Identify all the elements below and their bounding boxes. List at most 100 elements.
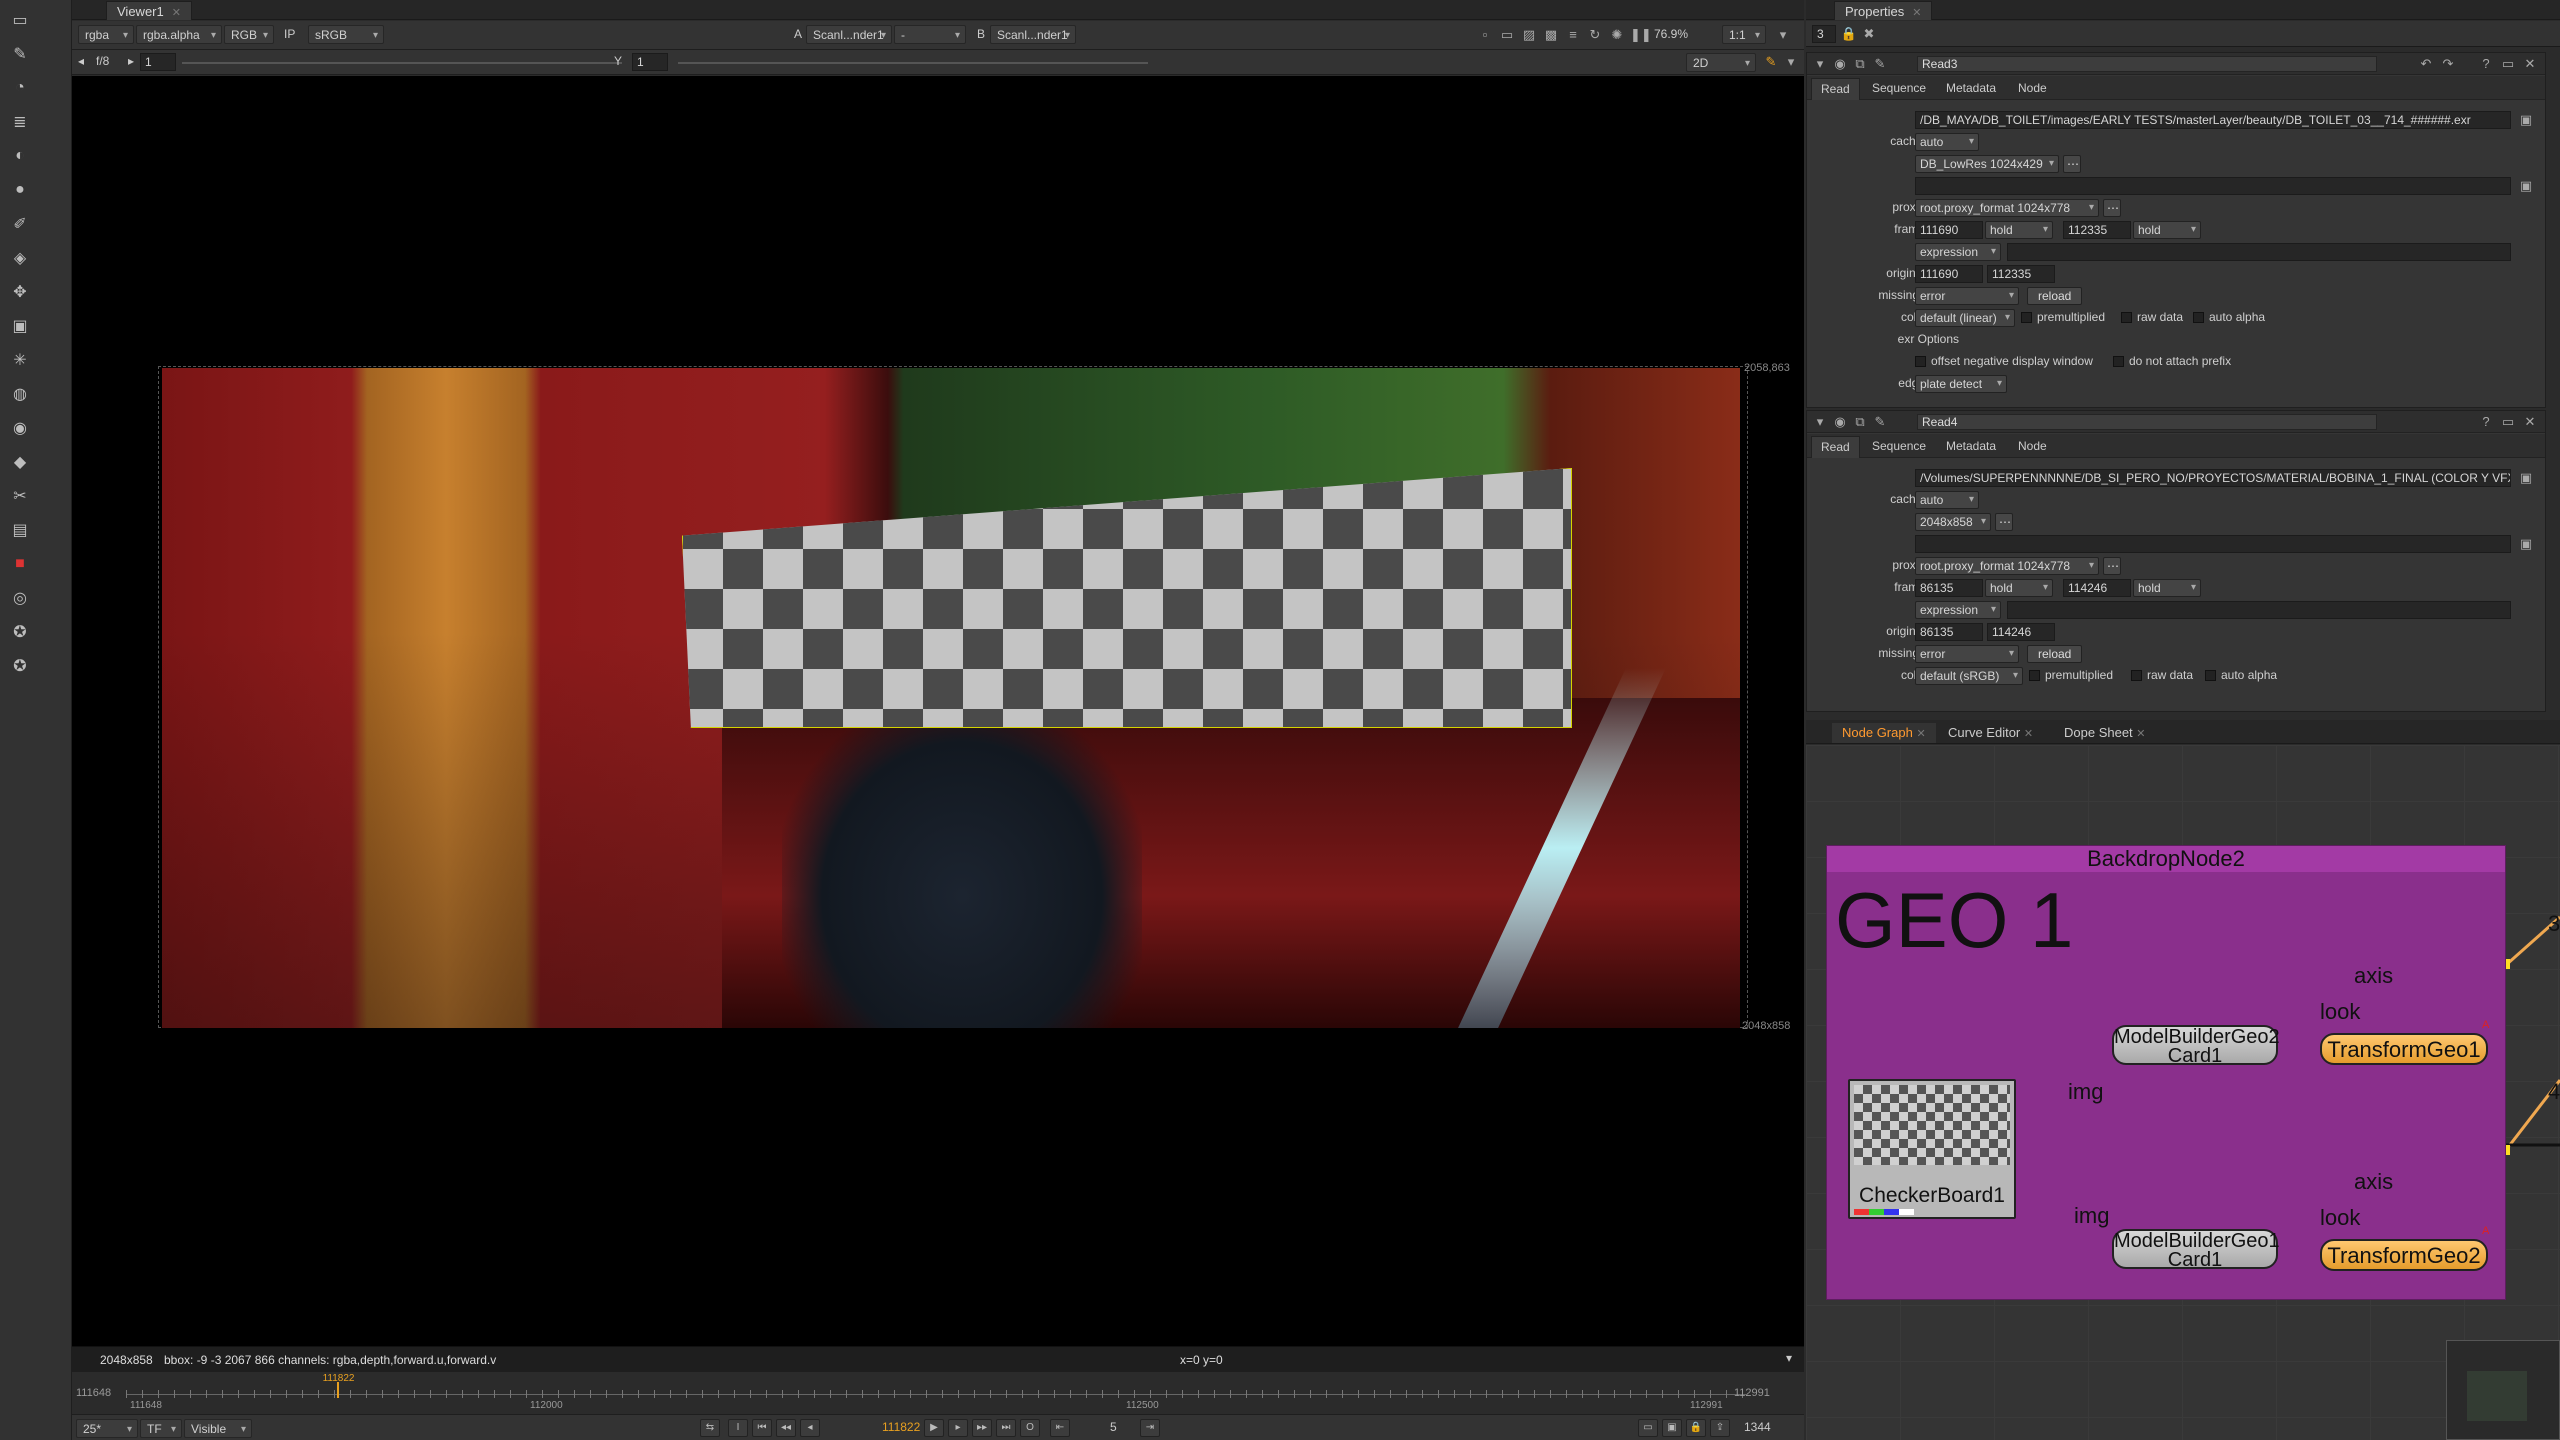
frame-range-end-mode[interactable]: hold [2133,221,2201,239]
close-icon[interactable]: ✕ [2024,728,2033,740]
original-range-end-field[interactable]: 112335 [1987,265,2055,283]
tab-node[interactable]: Node [2009,78,2056,100]
node-name-field[interactable]: Read3 [1917,56,2377,72]
eye-icon[interactable]: ◉ [1831,55,1849,73]
proxy-format-dropdown[interactable]: root.proxy_format 1024x778 [1915,199,2099,217]
fstop-value[interactable]: f/8 [96,54,109,68]
cara-icon[interactable]: ◎ [8,586,32,610]
tab-node-graph[interactable]: Node Graph ✕ [1832,723,1936,743]
frame-range-start-mode[interactable]: hold [1985,221,2053,239]
close-icon[interactable]: ✕ [2521,55,2539,73]
redo-icon[interactable]: ↷ [2439,55,2457,73]
raw-data-checkbox[interactable] [2131,670,2142,681]
file-browser-icon[interactable]: ▣ [2517,469,2535,487]
collapse-icon[interactable]: ▾ [1811,55,1829,73]
prev-frame-icon[interactable]: ◂ [800,1419,820,1437]
frame-range-start-field[interactable]: 86135 [1915,579,1983,597]
original-range-end-field[interactable]: 114246 [1987,623,2055,641]
tab-sequence[interactable]: Sequence [1863,436,1935,458]
close-icon[interactable]: ✕ [2136,728,2145,740]
b-input-dropdown[interactable]: Scanl...nder1 [990,25,1076,44]
timeline[interactable]: 111648 111648 112000 112500 112991 11182… [72,1372,1804,1414]
close-icon[interactable]: ✕ [1912,7,1921,19]
furnace-icon[interactable]: ▤ [8,518,32,542]
nodegraph-minimap[interactable] [2446,1340,2560,1440]
proxy-format-dropdown[interactable]: root.proxy_format 1024x778 [1915,557,2099,575]
channel-icon[interactable]: ≣ [8,110,32,134]
reload-button[interactable]: reload [2027,645,2083,663]
gain-slider[interactable] [182,62,622,64]
increment-back-icon[interactable]: ⇤ [1050,1419,1070,1437]
tab-viewer1[interactable]: Viewer1 ✕ [106,1,192,20]
current-frame-field[interactable]: 111822 [882,1420,920,1434]
lines-icon[interactable]: ≡ [1564,26,1582,44]
skip-end-icon[interactable]: ⏭ [996,1419,1016,1437]
tab-dope-sheet[interactable]: Dope Sheet ✕ [2054,723,2156,743]
original-range-start-field[interactable]: 111690 [1915,265,1983,283]
tab-metadata[interactable]: Metadata [1937,436,2005,458]
tab-properties[interactable]: Properties ✕ [1834,1,1933,20]
fstop-prev-icon[interactable]: ◂ [78,54,84,68]
paint-icon[interactable]: ✎ [1762,53,1780,71]
tab-node[interactable]: Node [2009,436,2056,458]
modelbuildergeo1-node[interactable]: ModelBuilderGeo1 Card1 [2112,1229,2280,1270]
clipping-icon[interactable]: ▭ [1498,26,1516,44]
views-icon[interactable]: ✳ [8,348,32,372]
skip-start-icon[interactable]: ⏮ [752,1419,772,1437]
file-field[interactable]: /Volumes/SUPERPENNNNNE/DB_SI_PERO_NO/PRO… [1915,469,2511,487]
tab-metadata[interactable]: Metadata [1937,78,2005,100]
float-panel-icon[interactable]: ▭ [2499,55,2517,73]
color-icon[interactable]: ◐ [8,144,32,168]
frame-range-end-field[interactable]: 112335 [2063,221,2131,239]
transform-icon[interactable]: ✥ [8,280,32,304]
draw-icon[interactable]: ✎ [8,42,32,66]
menu-chevron-icon[interactable]: ▾ [1786,1351,1792,1365]
input-process-toggle[interactable]: IP [284,27,295,41]
close-icon[interactable]: ✕ [2521,413,2539,431]
ocula-icon[interactable]: ■ [8,552,32,576]
missing-frames-dropdown[interactable]: error [1915,287,2019,305]
float-panel-icon[interactable]: ▭ [2499,413,2517,431]
edge-pixels-dropdown[interactable]: plate detect [1915,375,2007,393]
other-icon[interactable]: ◆ [8,450,32,474]
pause-icon[interactable]: ❚❚ [1630,26,1652,44]
colorspace-dropdown[interactable]: default (linear) [1915,309,2015,327]
close-icon[interactable]: ✕ [1916,728,1925,740]
increment-forward-icon[interactable]: ⇥ [1140,1419,1160,1437]
format-dropdown[interactable]: 2048x858 [1915,513,1991,531]
frame-mode-dropdown[interactable]: expression [1915,243,2001,261]
close-icon[interactable]: ✕ [172,7,181,19]
frame-expression-field[interactable] [2007,243,2511,261]
toolsets-icon[interactable]: ◉ [8,416,32,440]
collapse-icon[interactable]: ▾ [1811,413,1829,431]
gamma-slider[interactable] [678,62,1148,64]
frame-expression-field[interactable] [2007,601,2511,619]
transformgeo1-node[interactable]: TransformGeo1 [2320,1033,2488,1065]
max-panels-field[interactable]: 3 [1812,25,1836,43]
menu-chevron-icon[interactable]: ▾ [1774,26,1792,44]
auto-alpha-checkbox[interactable] [2205,670,2216,681]
proxy-field[interactable] [1915,535,2511,553]
zoom-value[interactable]: 76.9% [1654,27,1688,41]
tab-read[interactable]: Read [1811,78,1860,100]
frame-range-end-field[interactable]: 114246 [2063,579,2131,597]
lock-icon[interactable]: 🔒 [1840,25,1858,43]
original-range-start-field[interactable]: 86135 [1915,623,1983,641]
premultiplied-checkbox[interactable] [2029,670,2040,681]
nuke-x-icon[interactable]: ✂ [8,484,32,508]
tf-dropdown[interactable]: TF [140,1419,182,1438]
ratio-dropdown[interactable]: 1:1 [1722,25,1766,44]
help-icon[interactable]: ? [2477,413,2495,431]
gizmo-icon[interactable]: ✪ [8,654,32,678]
zebra-icon[interactable]: ▨ [1520,26,1538,44]
raw-data-checkbox[interactable] [2121,312,2132,323]
play-icon[interactable]: ▶ [924,1419,944,1437]
menu-chevron-icon[interactable]: ▾ [1782,53,1800,71]
cache-locally-dropdown[interactable]: auto [1915,133,1979,151]
loop-icon[interactable]: ⇆ [700,1419,720,1437]
colorspace-dropdown[interactable]: sRGB [308,25,384,44]
alpha-channel-dropdown[interactable]: rgba.alpha [136,25,222,44]
view-mode-dropdown[interactable]: 2D [1686,53,1756,72]
channels-dropdown[interactable]: rgba [78,25,134,44]
reload-button[interactable]: reload [2027,287,2083,305]
